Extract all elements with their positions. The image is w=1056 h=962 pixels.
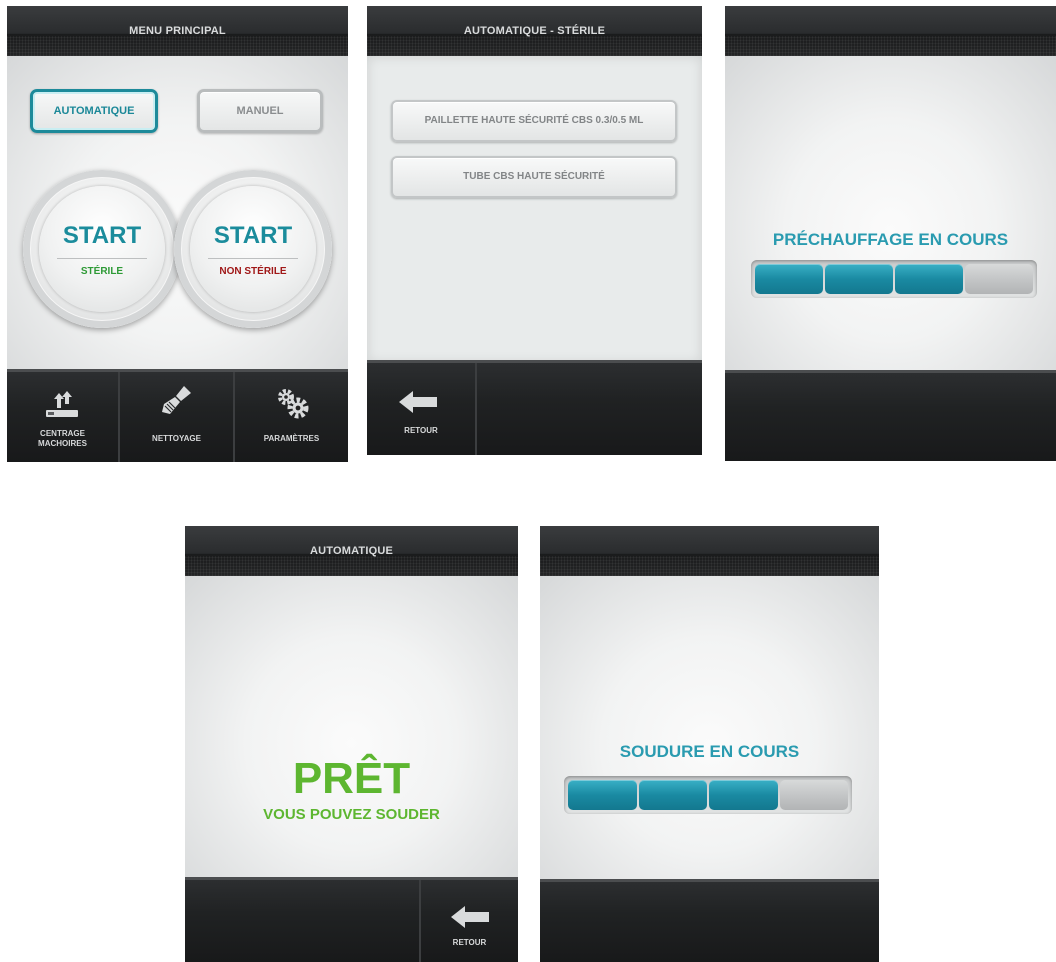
brush-icon xyxy=(162,386,191,414)
content-area: PAILLETTE HAUTE SÉCURITÉ CBS 0.3/0.5 ML … xyxy=(367,56,702,363)
screen-soudure: SOUDURE EN COURS xyxy=(540,526,879,962)
option-paillette-label: PAILLETTE HAUTE SÉCURITÉ CBS 0.3/0.5 ML xyxy=(424,115,644,126)
screen-automatique-pret: AUTOMATIQUE PRÊT VOUS POUVEZ SOUDER RETO… xyxy=(185,526,518,962)
start-sterile-sub: STÉRILE xyxy=(80,266,124,277)
content-area: PRÉCHAUFFAGE EN COURS xyxy=(725,56,1056,373)
retour-label: RETOUR xyxy=(404,426,438,435)
retour-button[interactable]: RETOUR xyxy=(367,363,477,455)
start-nonsterile-sub: NON STÉRILE xyxy=(219,266,287,277)
ready-subtext: VOUS POUVEZ SOUDER xyxy=(263,806,440,823)
top-bar: MENU PRINCIPAL xyxy=(7,6,348,56)
retour-label: RETOUR xyxy=(452,938,487,947)
nettoyage-label: NETTOYAGE xyxy=(152,434,201,443)
top-bar xyxy=(725,6,1056,56)
centrage-label-1: CENTRAGE xyxy=(40,429,85,438)
start-sterile-inner: START STÉRILE xyxy=(39,186,165,312)
status-text: PRÉCHAUFFAGE EN COURS xyxy=(772,230,1009,249)
bottom-toolbar: CENTRAGE MACHOIRES NETTOYAGE PARAMÈTRES xyxy=(7,369,348,462)
bottom-toolbar xyxy=(540,879,879,962)
progress-segment xyxy=(568,780,637,810)
back-arrow-icon xyxy=(399,391,437,413)
bottom-empty-cell xyxy=(185,880,421,962)
start-nonsterile-inner: START NON STÉRILE xyxy=(190,186,316,312)
parametres-button[interactable]: PARAMÈTRES xyxy=(235,372,348,462)
screen-prechauffage: PRÉCHAUFFAGE EN COURS xyxy=(725,6,1056,461)
screen-title: MENU PRINCIPAL xyxy=(129,25,226,37)
automatique-label: AUTOMATIQUE xyxy=(53,105,135,117)
screen-automatique-sterile: AUTOMATIQUE - STÉRILE PAILLETTE HAUTE SÉ… xyxy=(367,6,702,455)
progress-segment xyxy=(825,264,893,294)
manuel-label: MANUEL xyxy=(236,105,284,117)
start-nonsterile-button[interactable]: START NON STÉRILE xyxy=(174,170,332,328)
option-tube-label: TUBE CBS HAUTE SÉCURITÉ xyxy=(463,171,605,182)
progress-segment xyxy=(755,264,823,294)
start-sterile-divider xyxy=(57,258,147,259)
top-bar: AUTOMATIQUE xyxy=(185,526,518,576)
automatique-button[interactable]: AUTOMATIQUE xyxy=(30,89,158,133)
bottom-toolbar: RETOUR xyxy=(185,877,518,962)
progress-segment xyxy=(965,264,1033,294)
start-sterile-button[interactable]: START STÉRILE xyxy=(23,170,181,328)
centrage-label-2: MACHOIRES xyxy=(38,439,87,448)
content-area: SOUDURE EN COURS xyxy=(540,576,879,882)
centrage-machoires-button[interactable]: CENTRAGE MACHOIRES xyxy=(7,372,120,462)
parametres-label: PARAMÈTRES xyxy=(263,434,320,443)
top-bar xyxy=(540,526,879,576)
progress-segment xyxy=(895,264,963,294)
progress-segment xyxy=(709,780,778,810)
status-text: SOUDURE EN COURS xyxy=(619,742,800,761)
content-area: PRÊT VOUS POUVEZ SOUDER xyxy=(185,576,518,880)
progress-bar xyxy=(564,776,852,814)
progress-segment xyxy=(779,780,848,810)
back-arrow-icon xyxy=(451,906,489,928)
jaw-centering-icon xyxy=(46,391,78,417)
content-area: AUTOMATIQUE MANUEL START STÉRILE START N… xyxy=(7,56,348,372)
start-nonsterile-word: START xyxy=(213,222,293,249)
progress-bar xyxy=(751,260,1037,298)
progress-segment xyxy=(638,780,707,810)
start-sterile-word: START xyxy=(62,222,142,249)
screen-title: AUTOMATIQUE xyxy=(309,545,394,557)
ready-text: PRÊT xyxy=(292,754,411,803)
nettoyage-button[interactable]: NETTOYAGE xyxy=(120,372,235,462)
option-paillette-button[interactable]: PAILLETTE HAUTE SÉCURITÉ CBS 0.3/0.5 ML xyxy=(391,100,677,142)
start-nonsterile-divider xyxy=(208,258,298,259)
gears-icon xyxy=(278,389,309,419)
screen-title: AUTOMATIQUE - STÉRILE xyxy=(463,25,606,37)
bottom-toolbar xyxy=(725,370,1056,461)
screen-menu-principal: MENU PRINCIPAL AUTOMATIQUE MANUEL START … xyxy=(7,6,348,462)
manuel-button[interactable]: MANUEL xyxy=(197,89,323,133)
option-tube-button[interactable]: TUBE CBS HAUTE SÉCURITÉ xyxy=(391,156,677,198)
retour-button[interactable]: RETOUR xyxy=(421,880,518,962)
bottom-toolbar: RETOUR xyxy=(367,360,702,455)
top-bar: AUTOMATIQUE - STÉRILE xyxy=(367,6,702,56)
